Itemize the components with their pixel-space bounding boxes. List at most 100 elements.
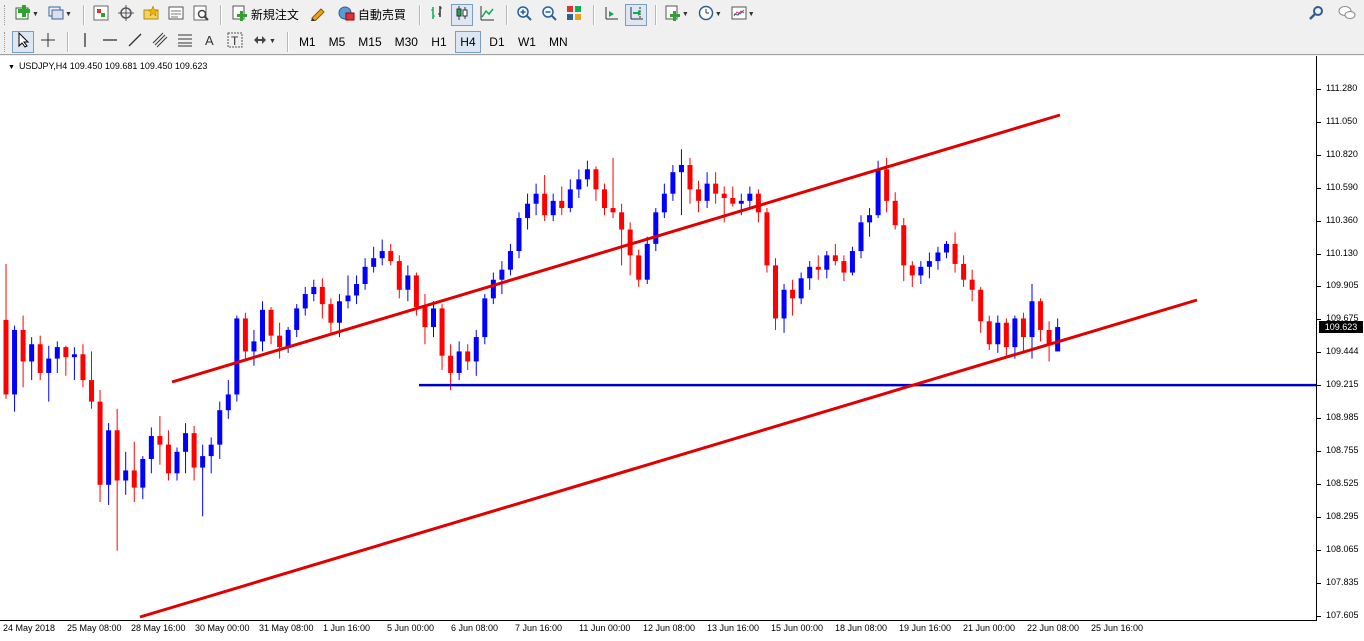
market-watch-button[interactable]: [90, 4, 112, 26]
timeframe-mn-button[interactable]: MN: [544, 31, 573, 53]
time-tick-label: 6 Jun 08:00: [451, 623, 499, 633]
tile-windows-button[interactable]: [563, 4, 585, 26]
search-icon[interactable]: [1308, 5, 1324, 24]
candle-body: [1003, 322, 1009, 348]
separator: [67, 31, 69, 52]
favorites-button[interactable]: [140, 4, 162, 26]
fibonacci-tool[interactable]: [174, 31, 196, 53]
candle-body: [807, 266, 813, 279]
auto-trading-button[interactable]: 自動売買: [332, 4, 411, 26]
candle-body: [1038, 301, 1044, 330]
cursor-tool[interactable]: [12, 30, 34, 53]
crosshair-tool[interactable]: [37, 31, 59, 53]
candle: [576, 169, 582, 198]
candle: [892, 192, 898, 230]
timeframe-m15-button[interactable]: M15: [353, 31, 386, 53]
time-tick-label: 21 Jun 00:00: [963, 623, 1016, 633]
timeframe-w1-button[interactable]: W1: [513, 31, 541, 53]
trendline-tool[interactable]: [124, 31, 146, 53]
candle: [277, 322, 283, 359]
candle: [807, 261, 813, 290]
candle: [713, 172, 719, 204]
candle: [969, 269, 975, 302]
chart-window[interactable]: ▼ USDJPY,H4 109.450 109.681 109.450 109.6…: [0, 56, 1364, 641]
candle-body: [721, 193, 727, 198]
timeframe-m30-button[interactable]: M30: [390, 31, 423, 53]
clock-icon: [698, 5, 714, 24]
chart-shift-button[interactable]: [600, 4, 622, 26]
equidistant-channel-tool[interactable]: [149, 31, 171, 53]
timeframe-m1-button[interactable]: M1: [294, 31, 321, 53]
candle: [123, 451, 129, 495]
candle-body: [499, 269, 505, 280]
candle: [499, 261, 505, 295]
candle: [302, 286, 308, 316]
toolbar-grip[interactable]: [4, 4, 8, 25]
timeframe-h1-button[interactable]: H1: [426, 31, 452, 53]
new-chart-button[interactable]: ▼: [12, 4, 42, 26]
candle: [46, 345, 52, 402]
candle-body: [268, 309, 274, 336]
candle: [986, 315, 992, 350]
channel-upper-trendline[interactable]: [171, 113, 1061, 384]
timeframe-d1-button[interactable]: D1: [484, 31, 510, 53]
right-toolbar-icons: [1308, 5, 1356, 24]
bar-chart-button[interactable]: [426, 4, 448, 26]
candle-body: [507, 251, 513, 270]
candle: [567, 179, 573, 213]
zoom-in-button[interactable]: [513, 4, 535, 26]
candlestick-chart-button[interactable]: [450, 3, 473, 26]
profiles-button[interactable]: ▼: [45, 4, 75, 26]
candle-body: [602, 189, 607, 209]
candle: [1038, 298, 1044, 342]
candle-body: [140, 458, 146, 488]
candle-body: [311, 286, 317, 295]
candle-body: [610, 208, 616, 213]
candle-body: [225, 394, 231, 411]
candle-body: [336, 301, 342, 323]
candle-body: [106, 430, 112, 485]
time-tick-label: 25 Jun 16:00: [1091, 623, 1144, 633]
vertical-line-tool[interactable]: [74, 31, 96, 53]
terminal-button[interactable]: [165, 4, 187, 26]
new-order-button[interactable]: 新規注文: [227, 4, 304, 26]
candle-body: [285, 329, 291, 348]
templates-button[interactable]: ▼: [728, 4, 758, 26]
strategy-tester-button[interactable]: [190, 4, 212, 26]
toolbar-grip[interactable]: [4, 31, 8, 52]
chat-icon[interactable]: [1338, 5, 1356, 24]
candle: [1003, 318, 1009, 356]
auto-scroll-button[interactable]: [624, 3, 647, 26]
metaeditor-button[interactable]: [307, 4, 329, 26]
vertical-line-icon: [77, 32, 93, 51]
candle-body: [191, 433, 197, 468]
timeframe-m5-button[interactable]: M5: [324, 31, 351, 53]
candle-body: [516, 218, 522, 252]
zoom-out-button[interactable]: [538, 4, 560, 26]
candle-body: [670, 172, 676, 194]
cursor-arrow-icon: [16, 31, 30, 51]
timeframe-h4-button[interactable]: H4: [454, 30, 481, 53]
candle-body: [302, 294, 308, 309]
separator: [82, 4, 85, 25]
text-label-tool[interactable]: T: [224, 31, 246, 53]
text-tool[interactable]: A: [199, 31, 221, 53]
indicators-button[interactable]: ▼: [662, 4, 692, 26]
candle-body: [319, 286, 325, 305]
channel-lower-trendline[interactable]: [139, 298, 1198, 619]
candle-body: [371, 258, 377, 267]
line-chart-button[interactable]: [476, 4, 498, 26]
auto-trading-label: 自動売買: [357, 8, 406, 22]
profiles-icon: [48, 5, 64, 24]
navigator-button[interactable]: [115, 4, 137, 26]
candle-body: [200, 456, 206, 468]
candle-body: [354, 284, 360, 296]
arrows-tool[interactable]: ▼: [249, 31, 279, 53]
candle: [422, 294, 428, 345]
candle-body: [379, 251, 385, 259]
chevron-down-icon: ▼: [681, 11, 689, 18]
candle: [80, 344, 86, 388]
chart-plot-area[interactable]: ▼ USDJPY,H4 109.450 109.681 109.450 109.6…: [0, 56, 1317, 621]
periods-button[interactable]: ▼: [695, 4, 725, 26]
horizontal-line-tool[interactable]: [99, 31, 121, 53]
